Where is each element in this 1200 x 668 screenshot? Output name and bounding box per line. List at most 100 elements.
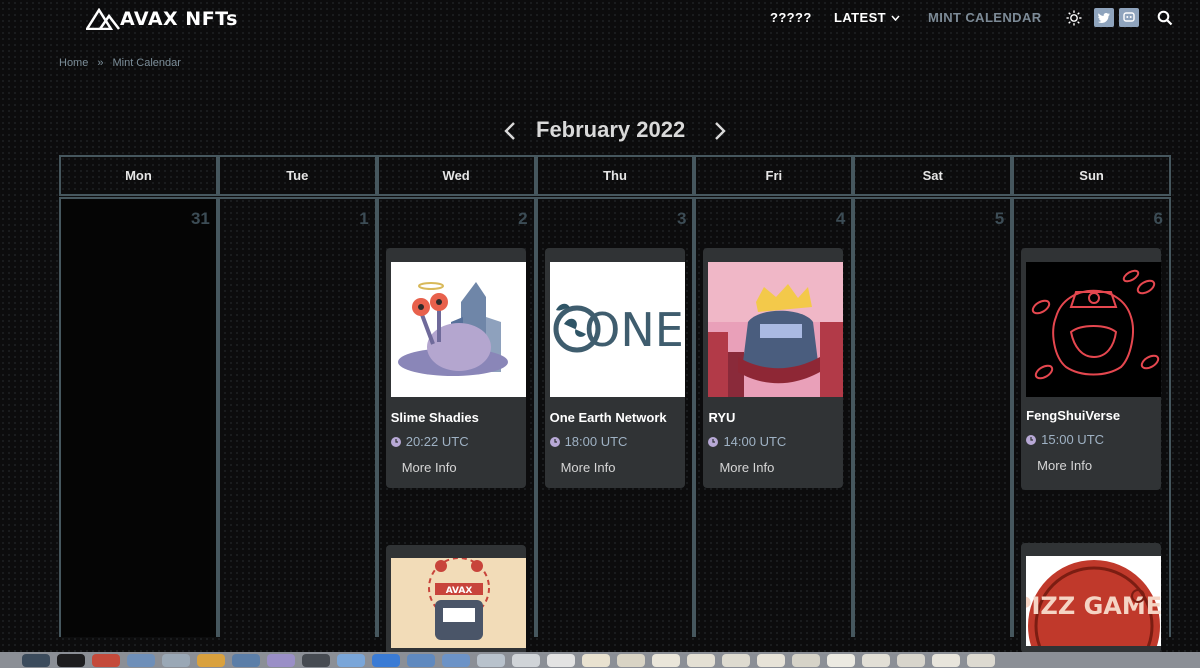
- nav-mint-calendar-link[interactable]: MINT CALENDAR: [928, 10, 1042, 25]
- nav-latest-link[interactable]: LATEST: [834, 10, 900, 25]
- day-number: 1: [359, 209, 369, 228]
- nav-unknown-link[interactable]: ?????: [770, 10, 812, 25]
- event-card-slime-shadies[interactable]: Slime Shadies 20:22 UTC More Info: [385, 248, 526, 488]
- event-card-pizza-game[interactable]: PIZZ GAME: [1021, 543, 1162, 653]
- event-image-ryu: [708, 262, 844, 397]
- dock-app-icon[interactable]: [267, 653, 295, 667]
- event-image-pizza-game: PIZZ GAME: [1026, 556, 1162, 646]
- breadcrumb-separator: »: [97, 57, 104, 69]
- dock-app-icon[interactable]: [477, 653, 505, 667]
- chevron-left-icon[interactable]: [500, 120, 520, 142]
- weekday-sun: Sun: [1012, 155, 1172, 196]
- dock-app-icon[interactable]: [197, 653, 225, 667]
- day-cell-wed: 2 Slime Shadies 20:22 UTC More Info AVAX: [376, 197, 536, 655]
- dock-app-icon[interactable]: [792, 653, 820, 667]
- twitter-icon[interactable]: [1094, 8, 1114, 27]
- avax-banner-text: AVAX: [445, 586, 472, 596]
- dock-app-icon[interactable]: [92, 653, 120, 667]
- dock-app-icon[interactable]: [57, 653, 85, 667]
- clock-icon: [390, 436, 401, 447]
- more-info-link[interactable]: More Info: [561, 460, 616, 475]
- month-title: February 2022: [536, 117, 686, 142]
- day-cell-thu: 3 ONE One Earth Network 18:00 UTC More I…: [535, 197, 695, 637]
- day-number: 2: [518, 209, 528, 228]
- weekday-fri: Fri: [694, 155, 854, 196]
- dock-app-icon[interactable]: [897, 653, 925, 667]
- event-time: 15:00 UTC: [1026, 432, 1104, 447]
- event-image-slime-shadies: [390, 262, 526, 397]
- day-number: 4: [835, 209, 846, 228]
- dock-app-icon[interactable]: [967, 653, 995, 667]
- breadcrumb-current: Mint Calendar: [112, 57, 181, 69]
- event-time-text: 20:22 UTC: [405, 434, 469, 449]
- event-card-fengshuiverse[interactable]: FengShuiVerse 15:00 UTC More Info: [1021, 248, 1162, 490]
- day-cell-fri: 4 RYU 14:00 UTC More Info: [694, 197, 854, 637]
- chevron-right-icon[interactable]: [710, 120, 730, 142]
- clock-icon: [549, 436, 560, 447]
- dock-app-icon[interactable]: [827, 653, 855, 667]
- event-time: 18:00 UTC: [549, 434, 628, 449]
- day-number: 3: [676, 209, 687, 228]
- site-logo[interactable]: AVAX NFTs: [86, 6, 238, 32]
- event-title[interactable]: One Earth Network: [550, 410, 667, 425]
- dock-app-icon[interactable]: [232, 653, 260, 667]
- one-logo-text: ONE: [584, 303, 684, 357]
- dock-app-icon[interactable]: [162, 653, 190, 667]
- day-number: 31: [190, 209, 210, 228]
- weekday-sat: Sat: [853, 155, 1013, 196]
- search-icon[interactable]: [1157, 10, 1173, 26]
- os-dock: [0, 652, 1200, 668]
- event-title[interactable]: FengShuiVerse: [1026, 408, 1120, 423]
- day-number: 6: [1153, 209, 1164, 228]
- event-image-avax-second: AVAX: [390, 558, 526, 648]
- dock-app-icon[interactable]: [932, 653, 960, 667]
- logo-text: AVAX NFTs: [120, 8, 238, 30]
- dock-app-icon[interactable]: [127, 653, 155, 667]
- chevron-down-icon: [891, 15, 900, 21]
- weekday-wed: Wed: [376, 155, 536, 196]
- dock-app-icon[interactable]: [442, 653, 470, 667]
- event-time-text: 18:00 UTC: [564, 434, 628, 449]
- dock-app-icon[interactable]: [337, 653, 365, 667]
- dock-app-icon[interactable]: [617, 653, 645, 667]
- weekday-tue: Tue: [217, 155, 377, 196]
- dock-app-icon[interactable]: [407, 653, 435, 667]
- nav-latest-label: LATEST: [834, 10, 886, 25]
- clock-icon: [708, 436, 719, 447]
- event-card-one-earth-network[interactable]: ONE One Earth Network 18:00 UTC More Inf…: [544, 248, 685, 488]
- dock-app-icon[interactable]: [302, 653, 330, 667]
- event-image-fengshuiverse: [1026, 262, 1162, 397]
- more-info-link[interactable]: More Info: [1037, 458, 1092, 473]
- more-info-link[interactable]: More Info: [402, 460, 457, 475]
- day-cell-sat: 5: [853, 197, 1013, 637]
- event-card-avax-second[interactable]: AVAX: [385, 545, 526, 655]
- event-time: 20:22 UTC: [390, 434, 469, 449]
- dock-app-icon[interactable]: [687, 653, 715, 667]
- weekday-mon: Mon: [59, 155, 218, 196]
- dock-app-icon[interactable]: [512, 653, 540, 667]
- event-card-ryu[interactable]: RYU 14:00 UTC More Info: [703, 248, 844, 488]
- discord-icon[interactable]: [1119, 8, 1139, 27]
- sun-icon[interactable]: [1066, 10, 1082, 26]
- day-cell-sun: 6 FengShuiVerse 15:00 UTC More Info PIZZ…: [1012, 197, 1172, 653]
- day-number: 5: [994, 209, 1005, 228]
- dock-app-icon[interactable]: [582, 653, 610, 667]
- event-image-one-earth-network: ONE: [549, 262, 685, 397]
- day-cell-tue: 1: [217, 197, 377, 637]
- dock-app-icon[interactable]: [862, 653, 890, 667]
- dock-app-icon[interactable]: [22, 653, 50, 667]
- event-title[interactable]: Slime Shadies: [391, 410, 479, 425]
- breadcrumb: Home » Mint Calendar: [59, 57, 181, 69]
- more-info-link[interactable]: More Info: [719, 460, 774, 475]
- calendar-weekday-header: Mon Tue Wed Thu Fri Sat Sun: [59, 155, 1172, 196]
- dock-app-icon[interactable]: [372, 653, 400, 667]
- event-title[interactable]: RYU: [708, 410, 735, 425]
- dock-app-icon[interactable]: [757, 653, 785, 667]
- event-time-text: 14:00 UTC: [723, 434, 787, 449]
- dock-app-icon[interactable]: [652, 653, 680, 667]
- event-time-text: 15:00 UTC: [1041, 432, 1105, 447]
- breadcrumb-home-link[interactable]: Home: [59, 57, 88, 69]
- dock-app-icon[interactable]: [722, 653, 750, 667]
- dock-app-icon[interactable]: [547, 653, 575, 667]
- event-time: 14:00 UTC: [708, 434, 786, 449]
